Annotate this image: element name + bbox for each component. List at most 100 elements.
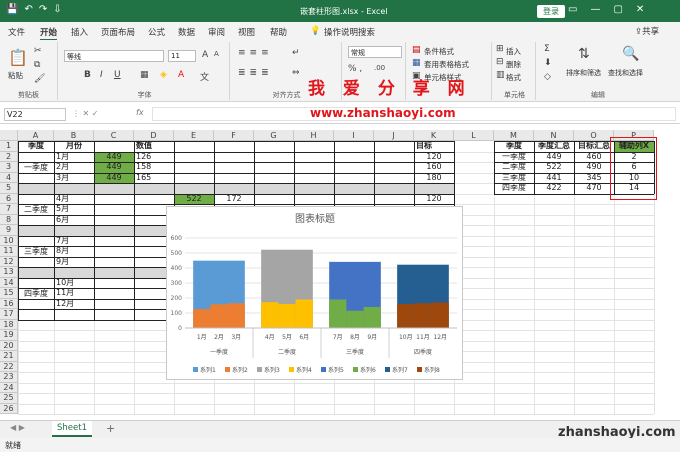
- cell-text[interactable]: 449: [96, 152, 132, 163]
- cell-text[interactable]: 12月: [56, 299, 92, 310]
- cell-text[interactable]: 158: [136, 162, 172, 173]
- cell-text[interactable]: 三季度: [496, 173, 532, 184]
- column-header[interactable]: F: [214, 130, 254, 141]
- cell-text[interactable]: 160: [416, 162, 452, 173]
- phonetic-icon[interactable]: 文: [200, 70, 209, 83]
- font-size-select[interactable]: 11: [168, 50, 196, 62]
- column-header[interactable]: L: [454, 130, 494, 141]
- format-as-table-button[interactable]: 套用表格格式: [424, 59, 469, 70]
- name-box[interactable]: V22: [4, 108, 66, 121]
- cell-text[interactable]: 120: [416, 152, 452, 163]
- italic-icon[interactable]: I: [100, 70, 103, 80]
- cell-text[interactable]: 522: [536, 162, 572, 173]
- cell-text[interactable]: 5月: [56, 204, 92, 215]
- cell-text[interactable]: 449: [96, 162, 132, 173]
- cell-text[interactable]: 四季度: [20, 278, 52, 310]
- tell-me-search[interactable]: 操作说明搜索: [324, 26, 375, 38]
- quick-access-toolbar[interactable]: 💾↶↷⇩: [6, 4, 68, 15]
- row-header[interactable]: 16: [0, 298, 18, 309]
- column-header[interactable]: H: [294, 130, 334, 141]
- row-header[interactable]: 18: [0, 319, 18, 330]
- autosum-icon[interactable]: Σ: [544, 44, 550, 54]
- merge-center-icon[interactable]: ⇔: [292, 68, 300, 78]
- cell-text[interactable]: 四季度: [496, 183, 532, 194]
- find-select-icon[interactable]: 🔍: [622, 46, 639, 62]
- delete-cells-icon[interactable]: ⊟: [496, 57, 504, 67]
- row-header[interactable]: 2: [0, 151, 18, 162]
- row-header[interactable]: 11: [0, 246, 18, 257]
- cell-text[interactable]: 120: [416, 194, 452, 205]
- cell-text[interactable]: 422: [536, 183, 572, 194]
- tab-file[interactable]: 文件: [8, 26, 25, 38]
- cell-text[interactable]: 460: [576, 152, 612, 163]
- column-header[interactable]: G: [254, 130, 294, 141]
- cell-text[interactable]: 目标汇总: [576, 141, 612, 152]
- row-header[interactable]: 19: [0, 330, 18, 341]
- row-header[interactable]: 1: [0, 141, 18, 152]
- bold-icon[interactable]: B: [84, 70, 91, 80]
- select-all-corner[interactable]: [0, 130, 18, 141]
- cell-text[interactable]: 季度汇总: [536, 141, 572, 152]
- borders-icon[interactable]: ▦: [140, 70, 149, 80]
- tab-view[interactable]: 视图: [238, 26, 255, 38]
- row-header[interactable]: 23: [0, 372, 18, 383]
- percent-icon[interactable]: % ,: [348, 64, 362, 74]
- table-format-icon[interactable]: ▦: [412, 58, 421, 68]
- copy-icon[interactable]: ⧉: [34, 60, 40, 70]
- column-header[interactable]: M: [494, 130, 534, 141]
- cell-text[interactable]: 数值: [136, 141, 172, 152]
- formula-buttons[interactable]: ⋮ ✕ ✓: [72, 109, 99, 118]
- cell-text[interactable]: 1月: [56, 152, 92, 163]
- delete-cells-button[interactable]: 删除: [506, 59, 521, 70]
- sort-filter-button[interactable]: 排序和筛选: [566, 68, 601, 78]
- align-top-icon[interactable]: ≡≡≡: [238, 48, 273, 58]
- cell-text[interactable]: 2月: [56, 162, 92, 173]
- cell-text[interactable]: 目标: [416, 141, 452, 152]
- font-name-select[interactable]: 等线: [64, 50, 164, 62]
- row-header[interactable]: 12: [0, 256, 18, 267]
- sheet-tab-sheet1[interactable]: Sheet1: [52, 421, 92, 437]
- column-header[interactable]: A: [18, 130, 54, 141]
- paste-icon[interactable]: 📋: [8, 48, 28, 67]
- column-header[interactable]: N: [534, 130, 574, 141]
- row-header[interactable]: 6: [0, 193, 18, 204]
- number-format-select[interactable]: 常规: [348, 46, 402, 58]
- grow-font-icon[interactable]: A: [202, 50, 208, 60]
- find-select-button[interactable]: 查找和选择: [608, 68, 643, 78]
- column-header[interactable]: I: [334, 130, 374, 141]
- align-left-icon[interactable]: ≣≣≣: [238, 68, 273, 78]
- cell-text[interactable]: 二季度: [496, 162, 532, 173]
- row-header[interactable]: 5: [0, 183, 18, 194]
- column-header[interactable]: E: [174, 130, 214, 141]
- cell-text[interactable]: 季度: [496, 141, 532, 152]
- insert-cells-button[interactable]: 插入: [506, 46, 521, 57]
- cell-text[interactable]: 7月: [56, 236, 92, 247]
- tab-help[interactable]: 帮助: [270, 26, 287, 38]
- cell-text[interactable]: 522: [176, 194, 212, 205]
- cut-icon[interactable]: ✂: [34, 46, 42, 56]
- cell-text[interactable]: 172: [216, 194, 252, 205]
- shrink-font-icon[interactable]: A: [214, 50, 219, 58]
- column-header[interactable]: J: [374, 130, 414, 141]
- cell-text[interactable]: 月份: [56, 141, 92, 152]
- row-header[interactable]: 13: [0, 267, 18, 278]
- row-header[interactable]: 7: [0, 204, 18, 215]
- row-header[interactable]: 25: [0, 393, 18, 404]
- insert-cells-icon[interactable]: ⊞: [496, 44, 504, 54]
- decimal-icon[interactable]: .00: [374, 64, 385, 72]
- column-header[interactable]: C: [94, 130, 134, 141]
- cell-text[interactable]: 449: [536, 152, 572, 163]
- cell-text[interactable]: 490: [576, 162, 612, 173]
- add-sheet-button[interactable]: +: [106, 422, 115, 435]
- wrap-text-icon[interactable]: ↵: [292, 48, 300, 58]
- tab-review[interactable]: 审阅: [208, 26, 225, 38]
- tab-home[interactable]: 开始: [40, 26, 58, 41]
- fill-color-icon[interactable]: ◈: [160, 70, 167, 80]
- row-header[interactable]: 26: [0, 403, 18, 414]
- row-header[interactable]: 3: [0, 162, 18, 173]
- cell-text[interactable]: 345: [576, 173, 612, 184]
- tab-data[interactable]: 数据: [178, 26, 195, 38]
- cell-text[interactable]: 441: [536, 173, 572, 184]
- cell-text[interactable]: 165: [136, 173, 172, 184]
- row-header[interactable]: 17: [0, 309, 18, 320]
